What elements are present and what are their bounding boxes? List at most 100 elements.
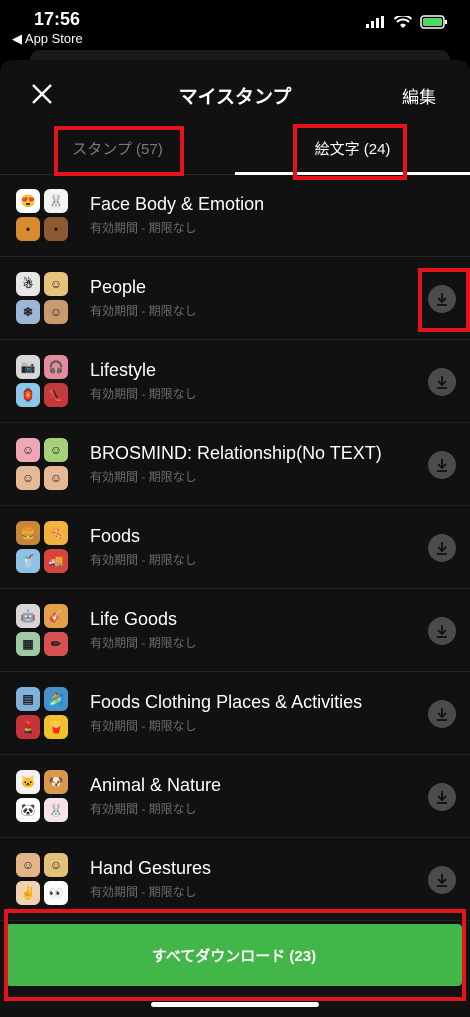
list-item[interactable]: 🐱 🐶 🐼 🐰 Animal & Nature 有効期間 - 期限なし [0, 755, 470, 838]
list-item[interactable]: 📷 🎧 🏮 👠 Lifestyle 有効期間 - 期限なし [0, 340, 470, 423]
list-item[interactable]: 🍔 🍕 🥤 🚚 Foods 有効期間 - 期限なし [0, 506, 470, 589]
guitar-emoji-icon: 🎸 [44, 604, 68, 628]
download-button[interactable] [428, 451, 456, 479]
status-time: 17:56 [34, 9, 81, 29]
download-button[interactable] [428, 534, 456, 562]
fries-emoji-icon: 🍟 [44, 715, 68, 739]
download-icon [437, 293, 447, 306]
truck-emoji-icon: 🚚 [44, 549, 68, 573]
home-indicator [151, 1002, 319, 1007]
emoji-set-thumbnail: 🍔 🍕 🥤 🚚 [16, 521, 72, 573]
brown-emoji-icon: • [44, 217, 68, 241]
item-validity: 有効期間 - 期限なし [90, 802, 197, 816]
tab-stamps[interactable]: スタンプ (57) [0, 122, 235, 174]
item-validity: 有効期間 - 期限なし [90, 470, 197, 484]
list-item[interactable]: ▤ 🏄 💄 🍟 Foods Clothing Places & Activiti… [0, 672, 470, 755]
download-icon [437, 542, 447, 555]
surf-emoji-icon: 🏄 [44, 687, 68, 711]
camera-emoji-icon: 📷 [16, 355, 40, 379]
person-emoji-icon: ☺ [44, 300, 68, 324]
back-to-app-store[interactable]: ◀ App Store [12, 31, 83, 47]
my-stamps-sheet: マイスタンプ 編集 スタンプ (57) 絵文字 (24) 😍 🐰 • • Fac… [0, 60, 470, 1017]
download-button[interactable] [428, 783, 456, 811]
emoji-set-thumbnail: 📷 🎧 🏮 👠 [16, 355, 72, 407]
board-emoji-icon: ▦ [16, 632, 40, 656]
download-icon [437, 708, 447, 721]
battery-icon [420, 15, 447, 29]
emoji-set-thumbnail: 😍 🐰 • • [16, 189, 72, 241]
download-button[interactable] [428, 368, 456, 396]
item-validity: 有効期間 - 期限なし [90, 885, 197, 899]
pencil-emoji-icon: ✏ [44, 632, 68, 656]
item-title: Lifestyle [90, 360, 157, 380]
sign-emoji-icon: ▤ [16, 687, 40, 711]
item-title: Hand Gestures [90, 858, 212, 878]
rabbit-emoji-icon: 🐰 [44, 798, 68, 822]
item-validity: 有効期間 - 期限なし [90, 719, 197, 733]
emoji-set-thumbnail: 🐱 🐶 🐼 🐰 [16, 770, 72, 822]
item-validity: 有効期間 - 期限なし [90, 304, 197, 318]
item-title: Animal & Nature [90, 775, 222, 795]
status-icons [366, 15, 448, 29]
list-item[interactable]: ☺ ☺ ☺ ☺ BROSMIND: Relationship(No TEXT) … [0, 423, 470, 506]
drink-emoji-icon: 🥤 [16, 549, 40, 573]
emoji-set-thumbnail: ☺ ☺ ✌ 👀 [16, 853, 72, 905]
item-validity: 有効期間 - 期限なし [90, 387, 197, 401]
person-emoji-icon: ☺ [44, 272, 68, 296]
face-emoji-icon: 😍 [16, 189, 40, 213]
character-emoji-icon: ☺ [16, 466, 40, 490]
item-title: Life Goods [90, 609, 178, 629]
item-validity: 有効期間 - 期限なし [90, 636, 197, 650]
item-title: BROSMIND: Relationship(No TEXT) [90, 443, 382, 463]
character-emoji-icon: ☺ [16, 438, 40, 462]
signal-icon [366, 16, 384, 28]
download-button[interactable] [428, 700, 456, 728]
download-icon [437, 376, 447, 389]
tab-bar: スタンプ (57) 絵文字 (24) [0, 122, 470, 175]
nav-bar: マイスタンプ 編集 [0, 60, 470, 122]
edit-button[interactable]: 編集 [402, 83, 436, 108]
download-icon [437, 459, 447, 472]
download-all-button[interactable]: すべてダウンロード (23) [6, 924, 462, 986]
item-validity: 有効期間 - 期限なし [90, 553, 197, 567]
pizza-emoji-icon: 🍕 [44, 521, 68, 545]
person-emoji-icon: ☃ [16, 272, 40, 296]
list-item[interactable]: ☃ ☺ ❄ ☺ People 有効期間 - 期限なし [0, 257, 470, 340]
face-emoji-icon: ☺ [44, 853, 68, 877]
download-icon [437, 791, 447, 804]
download-icon [437, 874, 447, 887]
tab-emoji[interactable]: 絵文字 (24) [235, 122, 470, 175]
item-title: Foods [90, 526, 141, 546]
list-item[interactable]: 😍 🐰 • • Face Body & Emotion 有効期間 - 期限なし [0, 174, 470, 257]
page-title: マイスタンプ [178, 87, 292, 108]
lantern-emoji-icon: 🏮 [16, 383, 40, 407]
emoji-set-thumbnail: 🤖 🎸 ▦ ✏ [16, 604, 72, 656]
list-item[interactable]: 🤖 🎸 ▦ ✏ Life Goods 有効期間 - 期限なし [0, 589, 470, 672]
heel-emoji-icon: 👠 [44, 383, 68, 407]
character-emoji-icon: ☺ [44, 438, 68, 462]
hand-emoji-icon: ✌ [16, 881, 40, 905]
bear-emoji-icon: • [16, 217, 40, 241]
status-bar: 17:56 ◀ App Store [0, 0, 470, 52]
person-emoji-icon: ❄ [16, 300, 40, 324]
character-emoji-icon: ☺ [44, 466, 68, 490]
emoji-list: 😍 🐰 • • Face Body & Emotion 有効期間 - 期限なし … [0, 174, 470, 921]
item-title: Face Body & Emotion [90, 194, 265, 214]
wifi-icon [394, 15, 412, 28]
rabbit-emoji-icon: 🐰 [44, 189, 68, 213]
download-button[interactable] [428, 866, 456, 894]
dog-emoji-icon: 🐶 [44, 770, 68, 794]
burger-emoji-icon: 🍔 [16, 521, 40, 545]
panda-emoji-icon: 🐼 [16, 798, 40, 822]
item-title: People [90, 277, 147, 297]
lipstick-emoji-icon: 💄 [16, 715, 40, 739]
robot-emoji-icon: 🤖 [16, 604, 40, 628]
download-button[interactable] [428, 285, 456, 313]
emoji-set-thumbnail: ▤ 🏄 💄 🍟 [16, 687, 72, 739]
download-button[interactable] [428, 617, 456, 645]
emoji-set-thumbnail: ☃ ☺ ❄ ☺ [16, 272, 72, 324]
face-emoji-icon: ☺ [16, 853, 40, 877]
download-icon [437, 625, 447, 638]
list-item[interactable]: ☺ ☺ ✌ 👀 Hand Gestures 有効期間 - 期限なし [0, 838, 470, 921]
eyes-emoji-icon: 👀 [44, 881, 68, 905]
